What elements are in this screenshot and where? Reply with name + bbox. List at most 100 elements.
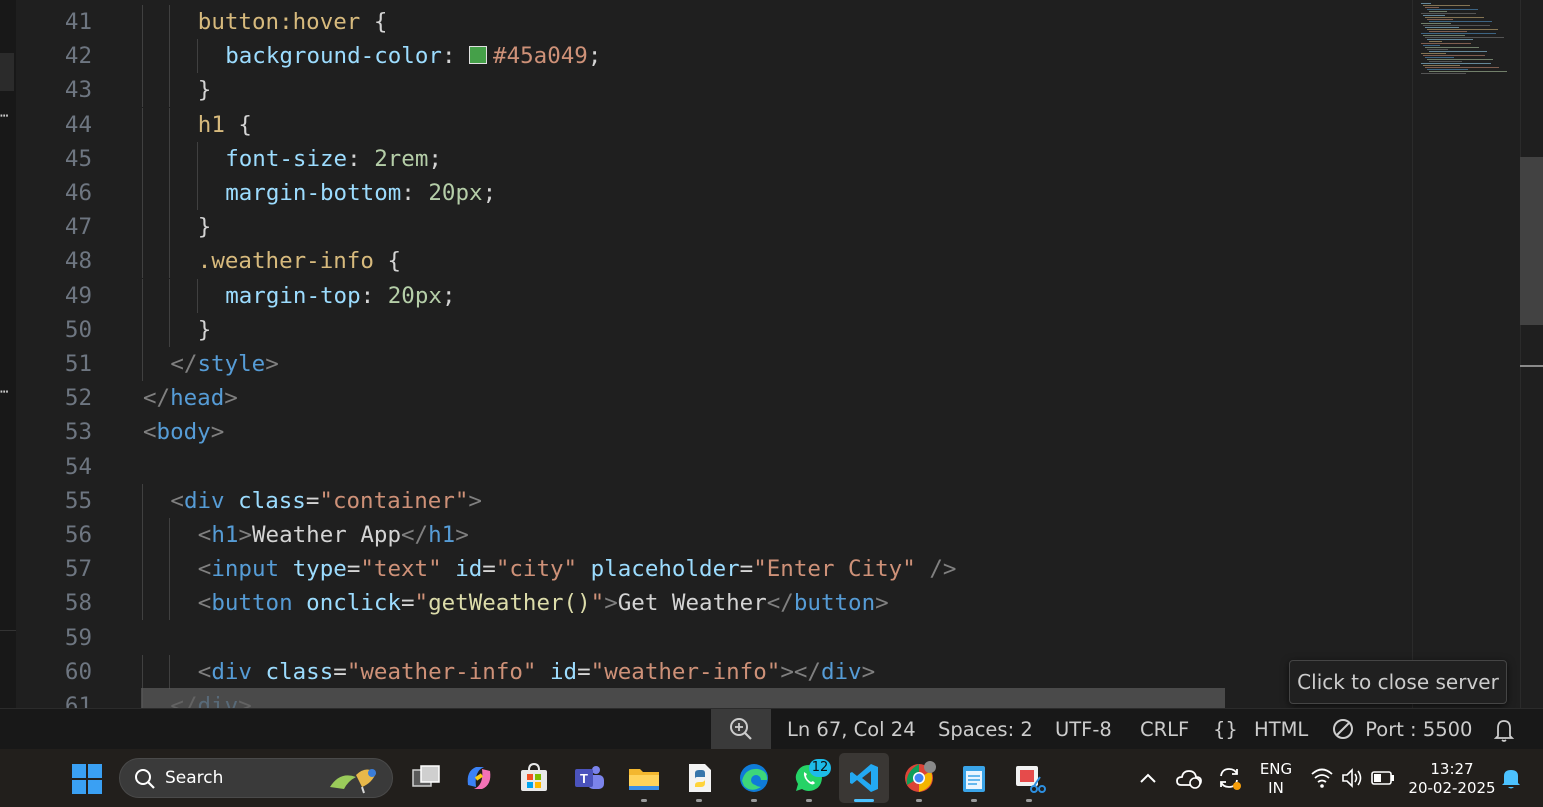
- minimap-line: [1425, 7, 1439, 8]
- line-number: 49: [64, 282, 92, 309]
- code-line[interactable]: 48 .weather-info {: [16, 244, 1412, 279]
- edge-browser-icon[interactable]: [737, 761, 771, 795]
- search-label: Search: [165, 768, 224, 788]
- indentation-setting[interactable]: Spaces: 2: [938, 709, 1033, 750]
- code-line[interactable]: 55 <div class="container">: [16, 483, 1412, 518]
- code-line[interactable]: 47}: [16, 210, 1412, 245]
- cloud-weather-icon[interactable]: [1174, 761, 1208, 795]
- python-idle-icon[interactable]: [682, 761, 716, 795]
- code-token: >: [861, 658, 876, 685]
- code-token: div: [183, 487, 225, 514]
- minimap-line: [1425, 47, 1479, 48]
- minimap-line: [1421, 63, 1491, 64]
- code-token: =: [739, 556, 754, 583]
- code-token: "weather-info": [346, 658, 537, 685]
- notepad-icon[interactable]: [957, 761, 991, 795]
- code-token: "container": [319, 487, 469, 514]
- code-token: >: [265, 351, 279, 377]
- minimap-line: [1429, 71, 1507, 72]
- notifications-button[interactable]: [1493, 709, 1515, 750]
- vertical-scrollbar-thumb[interactable]: [1520, 157, 1543, 325]
- battery-icon[interactable]: [1370, 761, 1396, 795]
- code-line[interactable]: 43}: [16, 73, 1412, 108]
- microsoft-store-icon[interactable]: [517, 761, 551, 795]
- live-server-port-button[interactable]: Port : 5500: [1331, 709, 1472, 750]
- volume-icon[interactable]: [1340, 761, 1364, 795]
- chrome-icon[interactable]: [902, 761, 936, 795]
- vscode-icon[interactable]: [847, 761, 881, 795]
- minimap-line: [1427, 49, 1448, 50]
- code-token: onclick: [306, 590, 401, 617]
- code-text: margin-top: 20px;: [225, 279, 455, 313]
- code-token: button:hover: [197, 9, 361, 35]
- encoding-setting[interactable]: UTF-8: [1055, 709, 1112, 750]
- code-line[interactable]: 57 <input type="text" id="city" placehold…: [16, 552, 1412, 587]
- indent-guide: [169, 210, 171, 245]
- code-line[interactable]: 46 margin-bottom: 20px;: [16, 176, 1412, 210]
- code-line[interactable]: 51 </style>: [16, 347, 1412, 381]
- chevron-up-icon[interactable]: [1138, 761, 1158, 795]
- teams-icon[interactable]: T: [572, 761, 606, 795]
- line-ending-setting[interactable]: CRLF: [1140, 709, 1189, 750]
- horizontal-scrollbar[interactable]: [141, 688, 1225, 708]
- code-line[interactable]: 53 <body>: [16, 415, 1412, 449]
- minimap-line: [1427, 29, 1498, 30]
- code-line[interactable]: 45 font-size: 2rem;: [16, 141, 1412, 176]
- copilot-icon[interactable]: [462, 761, 496, 795]
- code-line[interactable]: 54: [16, 450, 1412, 484]
- code-line[interactable]: 52 </head>: [16, 381, 1412, 415]
- code-line[interactable]: 41 button:hover {: [16, 5, 1412, 39]
- running-indicator: [806, 799, 812, 802]
- line-number: 52: [64, 385, 92, 412]
- code-line[interactable]: 59: [16, 621, 1412, 655]
- code-lines[interactable]: 41 button:hover {42 background-color: #45a…: [16, 0, 1412, 708]
- sync-icon[interactable]: [1212, 761, 1246, 795]
- code-line[interactable]: 58 <button onclick="getWeather()">Get Wea…: [16, 586, 1412, 621]
- code-token: >: [468, 487, 482, 514]
- code-token: >: [604, 590, 618, 617]
- minimap[interactable]: [1412, 0, 1521, 708]
- color-swatch[interactable]: [469, 46, 488, 65]
- language-mode[interactable]: {} HTML: [1213, 709, 1308, 750]
- line-number: 46: [64, 180, 92, 206]
- indent-guide: [142, 5, 143, 39]
- code-line[interactable]: 60 <div class="weather-info" id="weather-…: [16, 654, 1412, 689]
- code-line[interactable]: 56 <h1>Weather App</h1>: [16, 518, 1412, 552]
- taskbar-search[interactable]: Search: [119, 758, 393, 798]
- code-editor[interactable]: ⋯ ⋯ 41 button:hover {42 background-color: …: [0, 0, 1543, 708]
- wifi-icon[interactable]: [1310, 761, 1334, 795]
- more-icon[interactable]: ⋯: [0, 108, 8, 124]
- indent-guide: [169, 518, 171, 552]
- code-token: =: [333, 658, 347, 685]
- vertical-scrollbar-track[interactable]: [1520, 0, 1543, 708]
- code-token: "weather-info": [590, 658, 781, 685]
- code-line[interactable]: 50}: [16, 312, 1412, 347]
- code-line[interactable]: 49 margin-top: 20px;: [16, 278, 1412, 313]
- minimap-line: [1429, 21, 1492, 22]
- zoom-button[interactable]: [711, 709, 771, 750]
- system-clock[interactable]: 13:27 20-02-2025: [1407, 760, 1497, 798]
- indent-guide: [169, 654, 171, 689]
- code-token: }: [197, 316, 212, 343]
- notification-bell-icon[interactable]: [1499, 761, 1523, 795]
- code-token: <: [170, 487, 184, 514]
- input-language-indicator[interactable]: ENG IN: [1256, 760, 1296, 798]
- code-token: =: [305, 487, 320, 514]
- file-explorer-icon[interactable]: [627, 761, 661, 795]
- code-token: button: [793, 590, 876, 617]
- close-server-tooltip: Click to close server: [1289, 660, 1507, 704]
- indent-guide: [142, 312, 143, 347]
- indent-guide: [169, 244, 171, 279]
- task-view-icon[interactable]: [409, 761, 443, 795]
- minimap-line: [1429, 11, 1447, 12]
- indent-guide: [142, 586, 143, 621]
- windows-start-icon[interactable]: [71, 763, 103, 795]
- code-line[interactable]: 44 h1 {: [16, 107, 1412, 142]
- more-icon[interactable]: ⋯: [0, 384, 8, 400]
- code-line[interactable]: 42 background-color: #45a049;: [16, 39, 1412, 74]
- cursor-position[interactable]: Ln 67, Col 24: [787, 709, 916, 750]
- snipping-tool-icon[interactable]: [1012, 761, 1046, 795]
- minimap-line: [1421, 13, 1476, 14]
